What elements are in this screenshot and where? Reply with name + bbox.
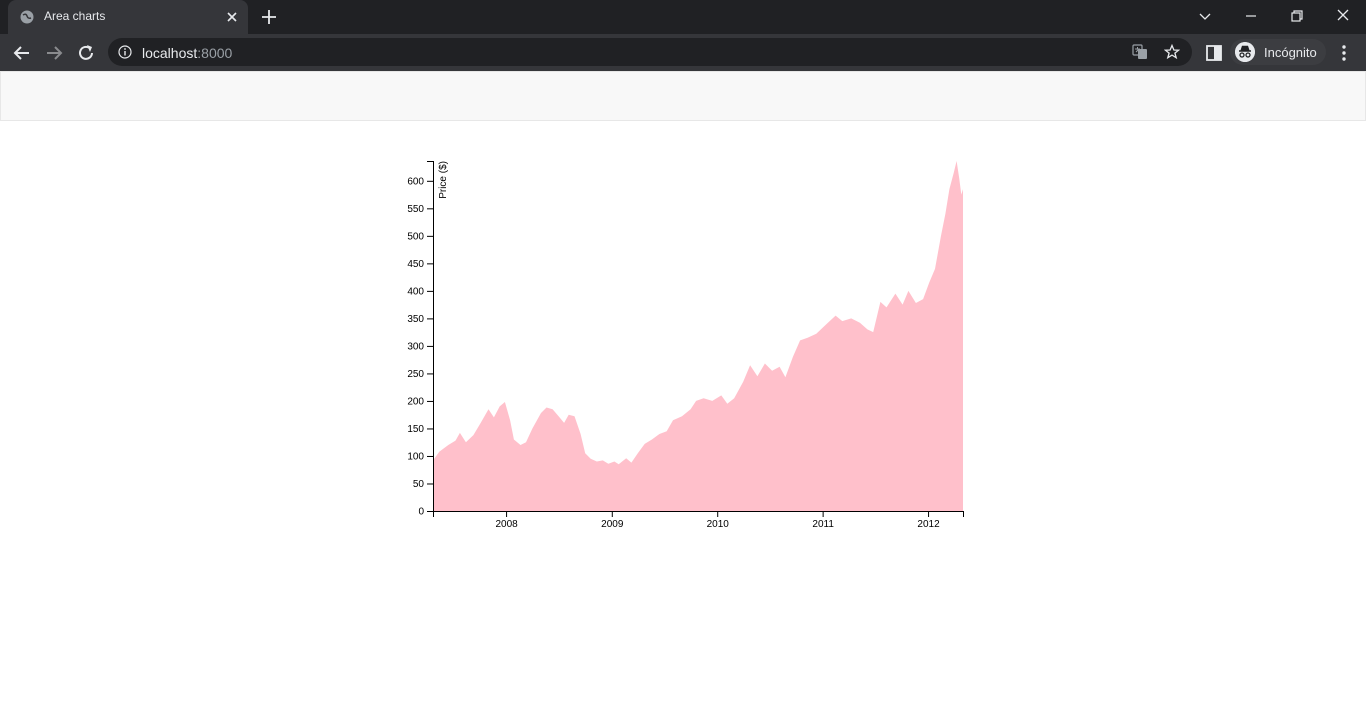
x-tick: 2011 [812, 511, 834, 530]
incognito-label: Incógnito [1264, 45, 1317, 60]
y-tick: 550 [407, 204, 433, 215]
y-tick-label: 400 [407, 287, 424, 298]
tab-title: Area charts [44, 9, 106, 23]
star-icon[interactable] [1164, 44, 1180, 60]
url-host: localhost [142, 45, 198, 61]
reload-icon[interactable] [76, 43, 96, 63]
sidepanel-icon[interactable] [1204, 43, 1224, 63]
y-tick-label: 350 [407, 314, 424, 325]
y-tick: 500 [407, 232, 433, 243]
window-close-icon[interactable] [1333, 6, 1353, 26]
y-tick-label: 300 [407, 342, 424, 353]
area-series [433, 161, 963, 511]
page-navbar [0, 71, 1366, 121]
y-tick: 50 [413, 479, 433, 490]
y-tick-label: 50 [413, 479, 425, 490]
back-icon[interactable] [12, 43, 32, 63]
y-tick: 450 [407, 259, 433, 270]
x-tick-label: 2009 [601, 519, 624, 530]
close-icon[interactable] [224, 9, 240, 25]
y-tick: 200 [407, 397, 433, 408]
restore-icon[interactable] [1287, 6, 1307, 26]
url-text: localhost:8000 [142, 45, 232, 61]
incognito-icon [1235, 42, 1255, 62]
y-tick: 600 [407, 177, 433, 188]
y-axis: 0 50 100 150 200 250 300 350 400 450 500 550 600 [407, 161, 434, 518]
x-tick-label: 2008 [495, 519, 518, 530]
chevron-down-icon[interactable] [1195, 6, 1215, 26]
y-tick-label: 550 [407, 204, 424, 215]
x-tick: 2008 [495, 511, 518, 530]
plus-icon[interactable] [260, 8, 278, 26]
y-tick: 0 [418, 507, 433, 518]
y-axis-title: Price ($) [438, 161, 449, 199]
y-tick: 150 [407, 424, 433, 435]
y-tick-label: 500 [407, 232, 424, 243]
minimize-icon[interactable] [1241, 6, 1261, 26]
x-axis: 2008 2009 2010 2011 2012 [433, 511, 964, 530]
browser-tab[interactable]: Area charts [8, 0, 248, 34]
address-bar[interactable]: localhost:8000 [108, 38, 1192, 66]
forward-icon[interactable] [44, 43, 64, 63]
x-tick-label: 2011 [812, 519, 834, 530]
translate-icon[interactable] [1132, 44, 1148, 60]
x-tick: 2010 [707, 511, 730, 530]
y-tick: 350 [407, 314, 433, 325]
y-tick: 250 [407, 369, 433, 380]
url-port: :8000 [197, 45, 233, 61]
info-icon[interactable] [118, 45, 132, 59]
y-tick-label: 450 [407, 259, 424, 270]
menu-icon[interactable] [1334, 43, 1354, 63]
incognito-badge[interactable]: Incógnito [1230, 39, 1326, 65]
x-tick-label: 2010 [707, 519, 730, 530]
y-tick-label: 0 [418, 507, 424, 518]
y-tick: 300 [407, 342, 433, 353]
globe-icon [20, 10, 34, 24]
x-axis-line [433, 511, 964, 517]
y-tick-label: 100 [407, 452, 424, 463]
x-tick: 2012 [917, 511, 940, 530]
y-axis-line [427, 161, 434, 512]
y-tick: 400 [407, 287, 433, 298]
browser-tabstrip: Area charts [0, 0, 1366, 34]
chart-plot: 0 50 100 150 200 250 300 350 400 450 500 550 600 200… [407, 161, 964, 530]
x-tick: 2009 [601, 511, 624, 530]
y-tick-label: 200 [407, 397, 424, 408]
y-tick-label: 600 [407, 177, 424, 188]
x-tick-label: 2012 [917, 519, 940, 530]
area-chart: 0 50 100 150 200 250 300 350 400 450 500 550 600 200… [407, 161, 964, 530]
y-tick-label: 150 [407, 424, 424, 435]
browser-toolbar: localhost:8000 Incógnito [0, 34, 1366, 71]
y-tick-label: 250 [407, 369, 424, 380]
y-tick: 100 [407, 452, 433, 463]
